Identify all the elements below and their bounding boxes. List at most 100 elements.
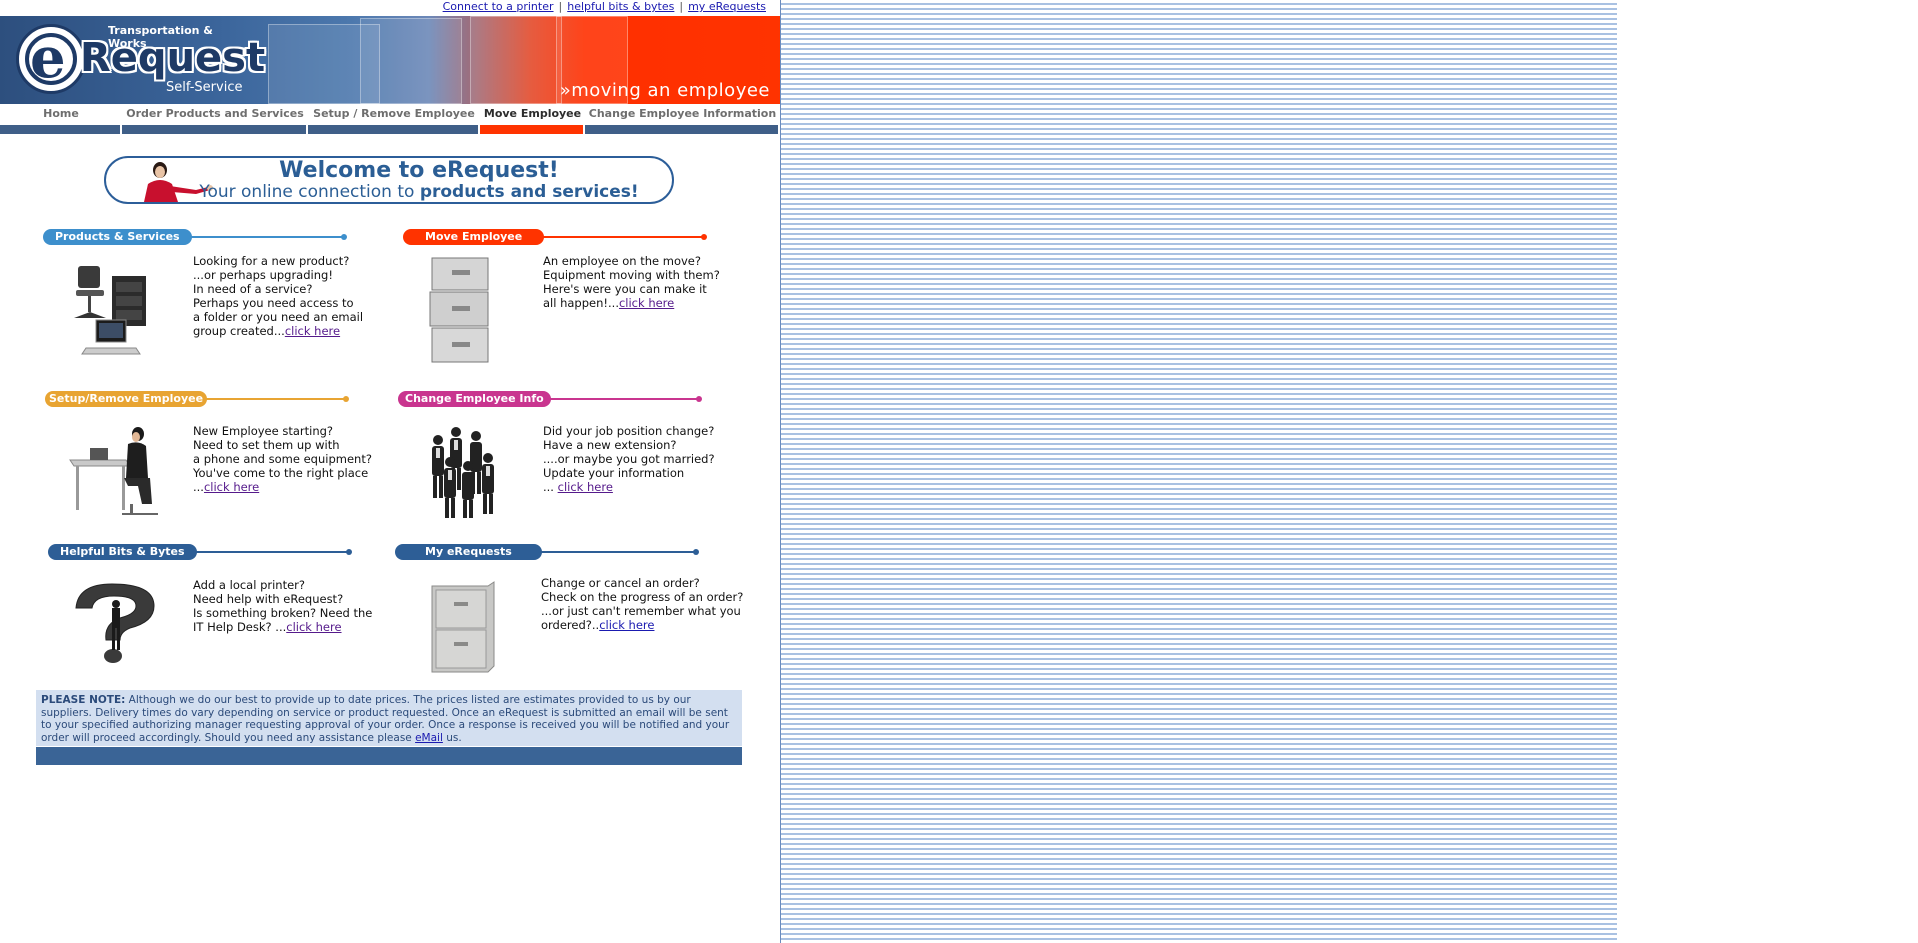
move-click-here-link[interactable]: click here [619, 296, 674, 310]
description-line: New Employee starting? [193, 424, 334, 438]
link-separator: | [679, 0, 684, 13]
filing-cabinet-icon [431, 581, 495, 673]
change-click-here-link[interactable]: click here [558, 480, 613, 494]
setup-description: New Employee starting? Need to set them … [193, 424, 372, 494]
description-prefix: group created... [193, 324, 285, 338]
office-chair-computer-icon [74, 266, 146, 355]
tab-setup-remove[interactable]: Setup / Remove Employee [308, 104, 480, 134]
description-line: Looking for a new product? [193, 254, 350, 268]
setup-click-here-link[interactable]: click here [204, 480, 259, 494]
helpful-section-title: Helpful Bits & Bytes [48, 544, 197, 560]
group-of-people-icon [432, 427, 494, 518]
link-separator: | [558, 0, 563, 13]
description-line: Need to set them up with [193, 438, 340, 452]
description-line: Update your information [543, 466, 685, 480]
note-text: Although we do our best to provide up to… [41, 694, 730, 744]
footer-bar [36, 747, 742, 765]
welcome-subtitle: Your online connection to products and s… [106, 182, 672, 202]
helpful-section-header: Helpful Bits & Bytes [48, 544, 352, 560]
description-line: ....or maybe you got married? [543, 452, 715, 466]
my-erequests-section-header: My eRequests [395, 544, 699, 560]
stacked-boxes-icon [429, 257, 489, 363]
section-dot [343, 396, 349, 402]
description-line: ordered?..click here [541, 618, 743, 632]
welcome-subtitle-bold: products and services! [419, 182, 639, 202]
my-erequests-link[interactable]: my eRequests [688, 0, 766, 13]
section-dot [696, 396, 702, 402]
tab-change-employee-info[interactable]: Change Employee Information [585, 104, 780, 134]
description-line: In need of a service? [193, 282, 313, 296]
connect-printer-link[interactable]: Connect to a printer [443, 0, 554, 13]
main-nav: Home Order Products and Services Setup /… [0, 104, 780, 134]
products-section-title: Products & Services [43, 229, 192, 245]
section-dot [341, 234, 347, 240]
description-line: You've come to the right place [193, 466, 369, 480]
description-line: Check on the progress of an order? [541, 590, 744, 604]
header-banner: e Request Transportation & Works Self-Se… [0, 16, 780, 104]
my-erequests-section-title: My eRequests [395, 544, 542, 560]
banner-tagline: »moving an employee [559, 80, 770, 101]
logo-subtitle-top: Transportation & Works [108, 24, 213, 50]
change-section-header: Change Employee Info [398, 391, 702, 407]
move-section-title: Move Employee [403, 229, 545, 245]
description-line: group created...click here [193, 324, 363, 338]
note-suffix: us. [442, 731, 462, 744]
helpful-click-here-link[interactable]: click here [286, 620, 341, 634]
move-description: An employee on the move? Equipment movin… [543, 254, 720, 310]
description-line: Equipment moving with them? [543, 268, 720, 282]
description-line: Need help with eRequest? [193, 592, 344, 606]
section-dot [701, 234, 707, 240]
file-box-image [360, 18, 462, 104]
logo-letter-e: e [30, 25, 66, 91]
file-box-image [470, 16, 562, 104]
description-line: Add a local printer? [193, 578, 306, 592]
email-link[interactable]: eMail [415, 732, 443, 744]
top-links: Connect to a printer | helpful bits & byte… [443, 0, 766, 13]
striped-background [780, 0, 1617, 943]
section-dot [693, 549, 699, 555]
helpful-description: Add a local printer? Need help with eReq… [193, 578, 372, 634]
helpful-bits-link[interactable]: helpful bits & bytes [567, 0, 674, 13]
page-content: Connect to a printer | helpful bits & byte… [0, 0, 780, 943]
please-note-box: PLEASE NOTE: Although we do our best to … [36, 690, 742, 746]
woman-at-desk-icon [69, 427, 158, 515]
description-prefix: ordered?.. [541, 618, 600, 632]
logo-subtitle-bottom: Self-Service [166, 80, 243, 95]
my-erequests-click-here-link[interactable]: click here [599, 618, 654, 632]
description-prefix: ... [193, 480, 204, 494]
description-line: Is something broken? Need the [193, 606, 373, 620]
question-mark-person-icon [75, 583, 155, 663]
welcome-banner: Welcome to eRequest! Your online connect… [104, 156, 674, 204]
note-label: PLEASE NOTE: [41, 694, 126, 706]
description-line: ... click here [543, 480, 715, 494]
description-line: ...or perhaps upgrading! [193, 268, 333, 282]
description-line: ...or just can't remember what you [541, 604, 741, 618]
tab-move-employee[interactable]: Move Employee [480, 104, 585, 134]
products-click-here-link[interactable]: click here [285, 324, 340, 338]
description-prefix: ... [543, 480, 558, 494]
description-line: Change or cancel an order? [541, 576, 700, 590]
description-line: ...click here [193, 480, 372, 494]
description-line: Did your job position change? [543, 424, 715, 438]
description-prefix: all happen!... [543, 296, 619, 310]
tab-home[interactable]: Home [0, 104, 122, 134]
description-line: Here's were you can make it [543, 282, 707, 296]
welcome-subtitle-prefix: Your online connection to [199, 182, 420, 202]
change-description: Did your job position change? Have a new… [543, 424, 715, 494]
my-erequests-description: Change or cancel an order? Check on the … [541, 576, 743, 632]
description-line: Perhaps you need access to [193, 296, 354, 310]
move-section-header: Move Employee [403, 229, 707, 245]
setup-section-title: Setup/Remove Employee [45, 391, 208, 407]
setup-section-header: Setup/Remove Employee [45, 391, 349, 407]
products-section-header: Products & Services [43, 229, 347, 245]
description-line: a phone and some equipment? [193, 452, 372, 466]
description-line: An employee on the move? [543, 254, 701, 268]
erequest-logo[interactable]: e Request Transportation & Works Self-Se… [14, 22, 265, 98]
products-description: Looking for a new product? ...or perhaps… [193, 254, 363, 338]
description-line: Have a new extension? [543, 438, 677, 452]
description-line: a folder or you need an email [193, 310, 364, 324]
welcome-title: Welcome to eRequest! [279, 158, 559, 183]
tab-order-products[interactable]: Order Products and Services [122, 104, 308, 134]
description-line: all happen!...click here [543, 296, 720, 310]
change-section-title: Change Employee Info [398, 391, 551, 407]
